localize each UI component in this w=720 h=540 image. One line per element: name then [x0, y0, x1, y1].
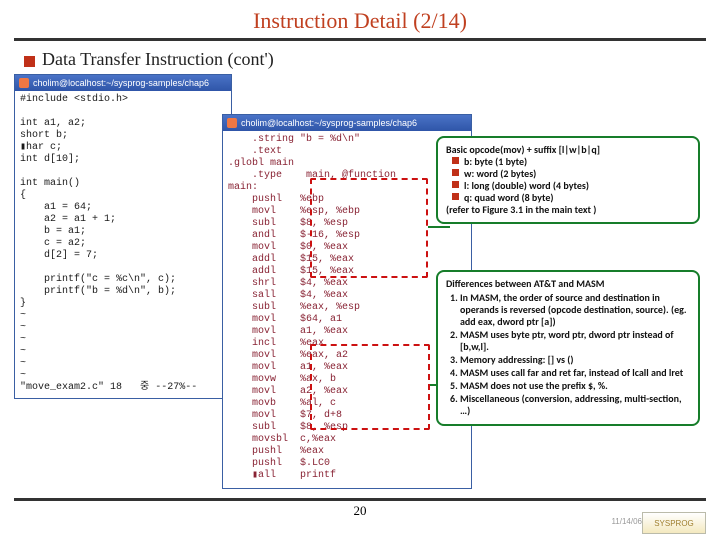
- window-c-source: cholim@localhost:~/sysprog-samples/chap6…: [14, 74, 232, 399]
- terminal-icon: [227, 118, 237, 128]
- titlebar-c-text: cholim@localhost:~/sysprog-samples/chap6: [33, 78, 209, 88]
- footer-date: 11/14/06: [611, 517, 642, 526]
- titlebar-asm-text: cholim@localhost:~/sysprog-samples/chap6: [241, 118, 417, 128]
- slide-title: Instruction Detail (2/14): [0, 0, 720, 34]
- titlebar-asm: cholim@localhost:~/sysprog-samples/chap6: [223, 115, 471, 131]
- callout2-item: MASM uses call far and ret far, instead …: [460, 367, 690, 379]
- callout-diff: Differences between AT&T and MASM In MAS…: [436, 270, 700, 426]
- callout-suffix: Basic opcode(mov) + suffix [l|w|b|q] b: …: [436, 136, 700, 224]
- rule-bottom: [14, 498, 706, 501]
- callout2-heading: Differences between AT&T and MASM: [446, 278, 690, 290]
- rule-top: [14, 38, 706, 41]
- callout1-tail: (refer to Figure 3.1 in the main text ): [446, 204, 690, 216]
- callout2-item: MASM uses byte ptr, word ptr, dword ptr …: [460, 329, 690, 353]
- content-stage: cholim@localhost:~/sysprog-samples/chap6…: [14, 74, 706, 494]
- callout2-list: In MASM, the order of source and destina…: [460, 292, 690, 417]
- selection-mov-suffix: [310, 178, 428, 278]
- connector-1: [428, 226, 450, 228]
- terminal-icon: [19, 78, 29, 88]
- selection-mov-variants: [310, 344, 430, 430]
- window-asm: cholim@localhost:~/sysprog-samples/chap6…: [222, 114, 472, 489]
- logo-sysprog: SYSPROG: [642, 512, 706, 534]
- section-heading: Data Transfer Instruction (cont'): [42, 49, 720, 70]
- callout2-item: Memory addressing: [] vs (): [460, 354, 690, 366]
- callout2-item: MASM does not use the prefix $, %.: [460, 380, 690, 392]
- titlebar-c: cholim@localhost:~/sysprog-samples/chap6: [15, 75, 231, 91]
- c-code: #include <stdio.h> int a1, a2; short b; …: [15, 91, 231, 397]
- callout2-item: Miscellaneous (conversion, addressing, m…: [460, 393, 690, 417]
- callout1-list: b: byte (1 byte) w: word (2 bytes) l: lo…: [452, 156, 690, 204]
- callout2-item: In MASM, the order of source and destina…: [460, 292, 690, 328]
